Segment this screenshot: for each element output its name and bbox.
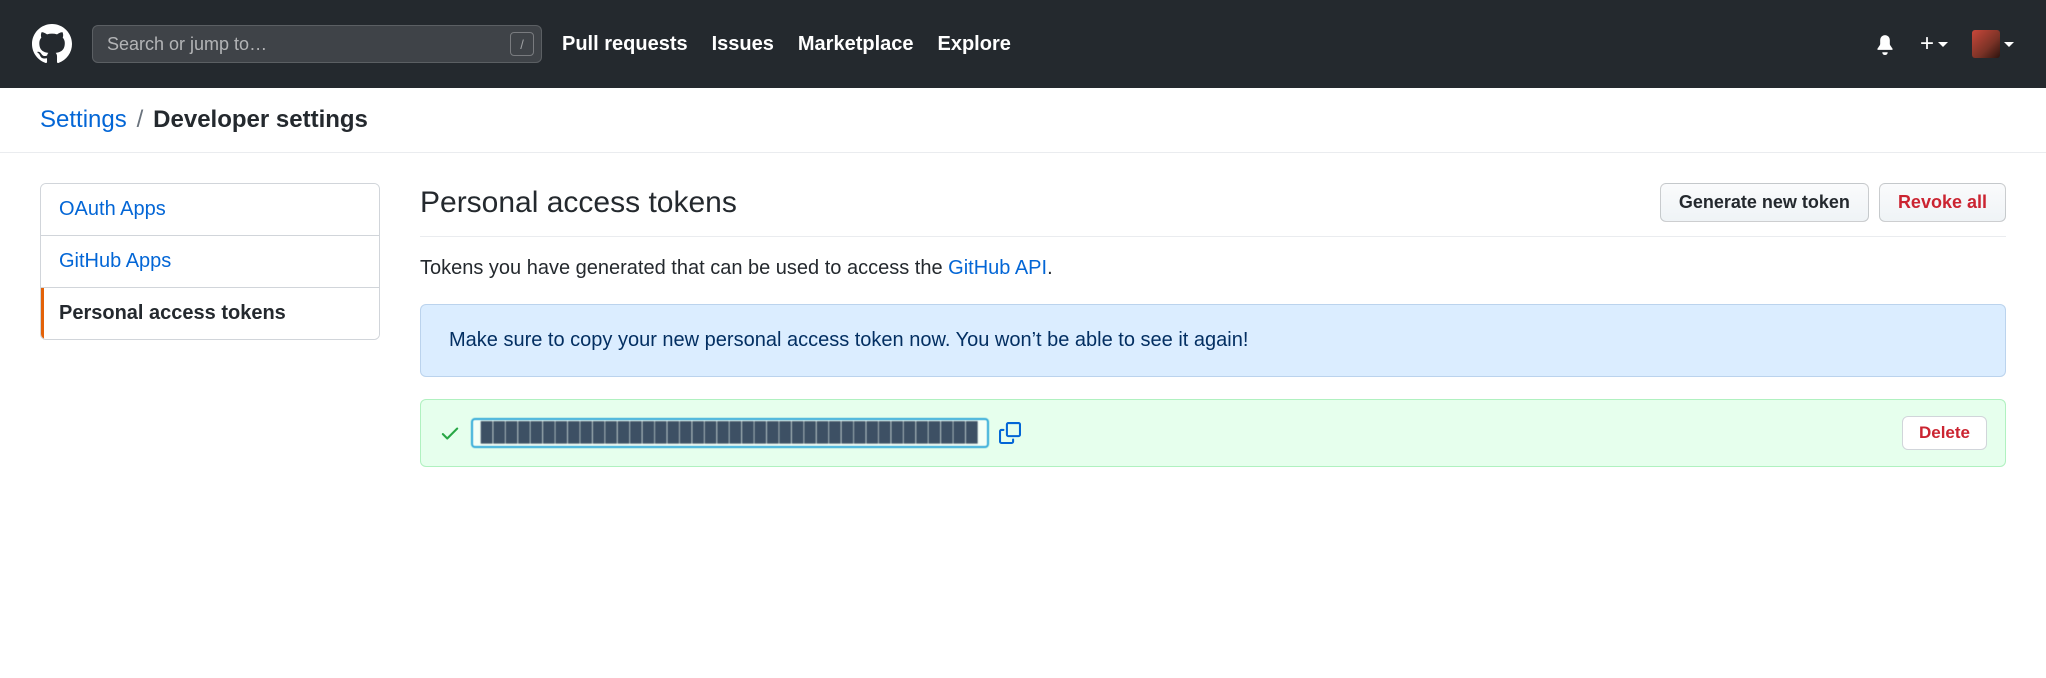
create-menu[interactable]: + [1920, 30, 1948, 58]
sidebar-item-personal-access-tokens[interactable]: Personal access tokens [41, 288, 379, 339]
user-menu[interactable] [1972, 30, 2014, 58]
revoke-all-button[interactable]: Revoke all [1879, 183, 2006, 222]
page-head: Personal access tokens Generate new toke… [420, 183, 2006, 237]
breadcrumb-separator: / [137, 106, 144, 133]
nav-marketplace[interactable]: Marketplace [798, 33, 914, 56]
breadcrumb-current: Developer settings [153, 106, 368, 133]
nav-explore[interactable]: Explore [938, 33, 1011, 56]
token-value[interactable]: ████████████████████████████████████████ [471, 418, 989, 448]
check-icon [439, 422, 461, 444]
breadcrumb: Settings / Developer settings [0, 88, 2046, 153]
top-header: / Pull requests Issues Marketplace Explo… [0, 0, 2046, 88]
sidebar-item-oauth-apps[interactable]: OAuth Apps [41, 184, 379, 236]
page-title: Personal access tokens [420, 186, 1660, 220]
nav-issues[interactable]: Issues [712, 33, 774, 56]
intro-text-suffix: . [1047, 257, 1053, 279]
page-body: OAuth Apps GitHub Apps Personal access t… [0, 153, 2046, 497]
header-right: + [1874, 30, 2014, 58]
github-logo[interactable] [32, 24, 72, 64]
slash-key-hint: / [510, 32, 534, 56]
delete-token-button[interactable]: Delete [1902, 416, 1987, 450]
breadcrumb-parent[interactable]: Settings [40, 106, 127, 133]
generate-new-token-button[interactable]: Generate new token [1660, 183, 1869, 222]
nav-pull-requests[interactable]: Pull requests [562, 33, 688, 56]
search-input[interactable] [92, 25, 542, 63]
search-box: / [92, 25, 542, 63]
token-row: ████████████████████████████████████████… [420, 399, 2006, 467]
copy-icon[interactable] [999, 422, 1021, 444]
notifications-icon[interactable] [1874, 33, 1896, 55]
caret-down-icon [2004, 42, 2014, 52]
main-content: Personal access tokens Generate new toke… [420, 183, 2006, 467]
caret-down-icon [1938, 42, 1948, 52]
github-api-link[interactable]: GitHub API [948, 257, 1047, 279]
avatar [1972, 30, 2000, 58]
sidebar-item-github-apps[interactable]: GitHub Apps [41, 236, 379, 288]
side-menu: OAuth Apps GitHub Apps Personal access t… [40, 183, 380, 340]
intro-text: Tokens you have generated that can be us… [420, 257, 2006, 280]
intro-text-prefix: Tokens you have generated that can be us… [420, 257, 948, 279]
plus-icon: + [1920, 30, 1934, 58]
copy-token-warning: Make sure to copy your new personal acce… [420, 304, 2006, 377]
primary-nav: Pull requests Issues Marketplace Explore [562, 33, 1011, 56]
sidebar: OAuth Apps GitHub Apps Personal access t… [40, 183, 380, 467]
